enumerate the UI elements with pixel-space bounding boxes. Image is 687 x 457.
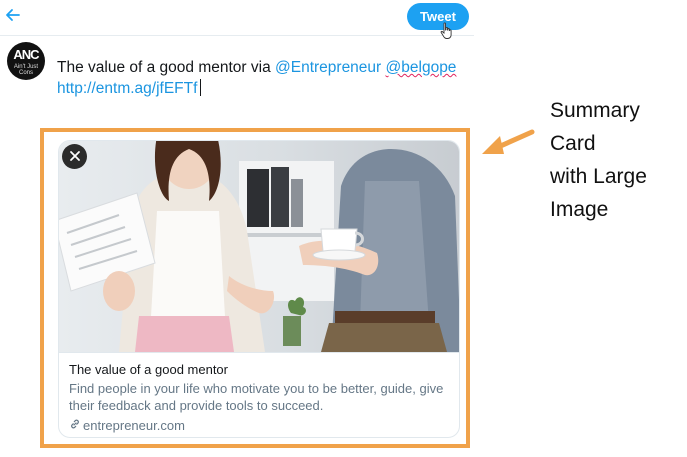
card-body: The value of a good mentor Find people i… <box>59 352 459 437</box>
avatar-logo-subtext: Ain't Just Cons <box>13 64 39 76</box>
annotation-line-2: with Large <box>550 165 647 188</box>
annotation-line-1: Summary Card <box>550 99 640 155</box>
compose-header: Tweet <box>0 0 474 36</box>
hand-cursor-icon <box>440 22 454 45</box>
card-image <box>59 141 459 352</box>
back-arrow-icon[interactable] <box>4 6 22 24</box>
tweet-button[interactable]: Tweet <box>407 3 469 30</box>
close-icon <box>69 151 80 161</box>
tweet-compose-text[interactable]: The value of a good mentor via @Entrepre… <box>57 57 477 99</box>
annotation-line-3: Image <box>550 198 609 221</box>
card-domain-text: entrepreneur.com <box>83 418 185 433</box>
card-title: The value of a good mentor <box>69 362 228 377</box>
annotation-arrow-icon <box>478 122 538 167</box>
link-icon <box>69 418 81 433</box>
summary-card[interactable]: The value of a good mentor Find people i… <box>58 140 460 438</box>
compose-link[interactable]: http://entm.ag/jfEFTf <box>57 80 197 97</box>
card-domain[interactable]: entrepreneur.com <box>69 418 451 433</box>
compose-body-text: The value of a good mentor via <box>57 59 275 76</box>
card-description: Find people in your life who motivate yo… <box>69 381 444 413</box>
avatar[interactable]: ANC Ain't Just Cons <box>7 42 45 80</box>
text-caret <box>200 79 202 96</box>
mention-belgope[interactable]: @belgope <box>386 59 457 76</box>
close-card-button[interactable] <box>62 144 87 169</box>
annotation-label: Summary Card with Large Image <box>550 94 687 226</box>
avatar-logo-text: ANC <box>13 47 39 62</box>
mention-entrepreneur[interactable]: @Entrepreneur <box>275 59 381 76</box>
